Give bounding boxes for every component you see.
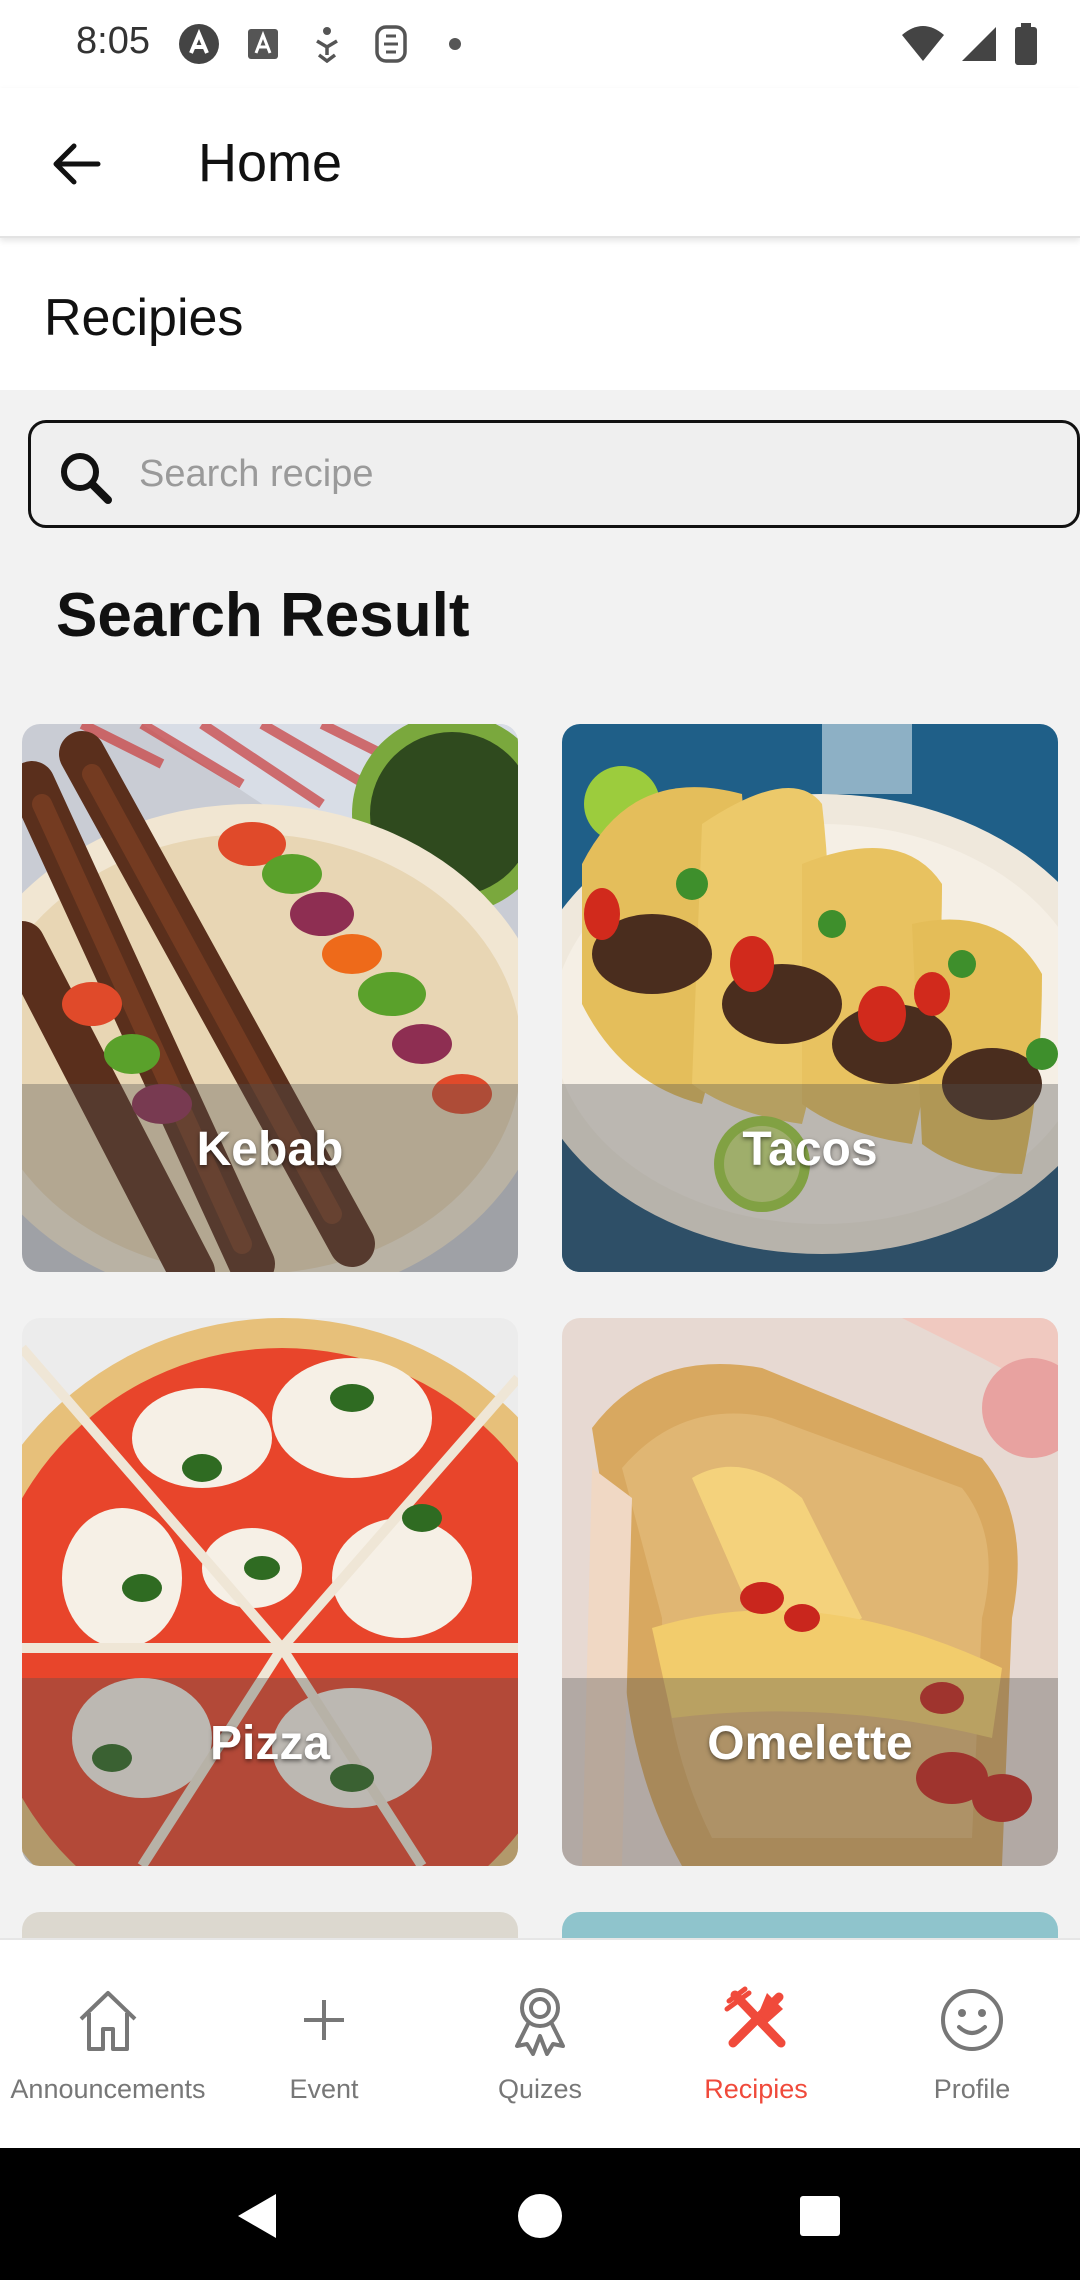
status-icons-left — [178, 20, 476, 68]
nav-quizes[interactable]: Quizes — [432, 1940, 648, 2148]
arrow-back-icon — [53, 143, 101, 185]
recipe-card-omelette[interactable]: Omelette — [562, 1318, 1058, 1866]
dot-icon — [434, 23, 476, 65]
nav-label: Profile — [933, 2074, 1011, 2104]
card-label-band — [562, 1084, 1058, 1272]
nav-label: Recipies — [704, 2074, 808, 2104]
plus-icon — [284, 1980, 364, 2060]
search-result-heading: Search Result — [56, 581, 470, 650]
bottom-nav: Announcements Event Quizes Recipies Prof… — [0, 1938, 1080, 2148]
fork-knife-icon — [716, 1980, 796, 2060]
home-circle-icon[interactable] — [512, 2188, 568, 2244]
accessibility-icon — [306, 23, 348, 65]
notification-icon — [370, 23, 412, 65]
recipes-content[interactable]: Search Result — [0, 390, 1080, 1938]
status-time: 8:05 — [76, 20, 150, 62]
section-header: Recipies — [0, 238, 1080, 390]
nav-announcements[interactable]: Announcements — [0, 1940, 216, 2148]
search-box[interactable] — [28, 420, 1080, 528]
smiley-icon — [932, 1980, 1012, 2060]
recents-square-icon[interactable] — [792, 2188, 848, 2244]
status-bar: 8:05 — [0, 0, 1080, 88]
card-label-band — [562, 1678, 1058, 1866]
search-input[interactable] — [139, 441, 1039, 507]
section-title: Recipies — [44, 289, 244, 347]
nav-label: Announcements — [10, 2074, 206, 2104]
status-icons-right — [900, 20, 1040, 68]
card-label-band — [22, 1084, 518, 1272]
wifi-icon — [900, 23, 946, 65]
nav-profile[interactable]: Profile — [864, 1940, 1080, 2148]
recipe-card-partial[interactable] — [562, 1912, 1058, 1938]
award-icon — [500, 1980, 580, 2060]
card-label: Tacos — [742, 1123, 878, 1176]
nav-recipies[interactable]: Recipies — [648, 1940, 864, 2148]
battery-icon — [1012, 23, 1040, 65]
signal-icon — [958, 23, 1000, 65]
back-button[interactable] — [40, 128, 112, 200]
home-icon — [68, 1980, 148, 2060]
font-a-icon — [242, 23, 284, 65]
card-label: Omelette — [707, 1717, 913, 1770]
nav-label: Quizes — [497, 2074, 583, 2104]
page-title: Home — [198, 133, 343, 193]
nav-label: Event — [289, 2074, 359, 2104]
back-triangle-icon[interactable] — [230, 2188, 286, 2244]
system-nav-bar — [0, 2148, 1080, 2280]
recipe-card-partial[interactable] — [22, 1912, 518, 1938]
card-label-band — [22, 1678, 518, 1866]
card-label: Kebab — [196, 1123, 344, 1176]
recipe-card-pizza[interactable]: Pizza — [22, 1318, 518, 1866]
search-icon — [61, 453, 112, 504]
recipe-card-tacos[interactable]: Tacos — [562, 724, 1058, 1272]
android-icon — [178, 23, 220, 65]
app-bar: Home — [0, 88, 1080, 238]
recipe-card-kebab[interactable]: Kebab — [22, 724, 518, 1272]
nav-event[interactable]: Event — [216, 1940, 432, 2148]
card-label: Pizza — [209, 1717, 331, 1770]
